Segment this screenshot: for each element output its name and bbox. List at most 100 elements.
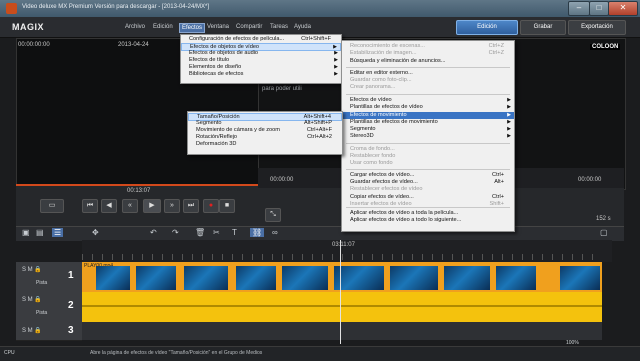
redo-icon[interactable]: ↷ [172,228,179,237]
menu-efectos[interactable]: Efectos [179,23,206,33]
submenu-arrow-icon: ▶ [507,119,511,125]
forward-icon[interactable]: » [164,199,180,213]
track-head-2[interactable]: 2 S M 🔒 Pista [16,292,82,323]
app-icon [6,3,17,14]
menu-item-usar-como-fondo: Usar como fondo [342,160,514,167]
clip-thumbnail [390,266,438,290]
status-text: Abre la página de efectos de vídeo "Tama… [90,350,263,356]
menu-item-efectos-de-objetos-de-audio[interactable]: Efectos de objetos de audio ▶ [181,50,341,57]
track-head-1[interactable]: 1 S M 🔒 Pista [16,262,82,293]
menu-compartir[interactable]: Compartir [236,24,262,30]
zoom-out-icon[interactable]: ⤡ [265,208,281,222]
menu-ayuda[interactable]: Ayuda [294,24,311,30]
menu-item-guardar-como-foto-clip: Guardar como foto-clip... [342,77,514,84]
menu-item-shortcut: Alt+ [494,179,504,185]
monitor-size-button[interactable]: ▭ [40,199,64,213]
stop-icon[interactable]: ■ [219,199,235,213]
edicion-mode-button[interactable]: Edición [456,20,518,35]
step-back-icon[interactable]: ◀ [101,199,117,213]
minimize-button[interactable]: – [568,1,590,16]
menu-item-efectos-de-video[interactable]: Efectos de vídeo ▶ [342,97,514,104]
menu-item-label: Aplicar efectos de vídeo a toda la pelíc… [350,210,459,216]
track-label: Pista [36,280,48,286]
skip-back-icon[interactable]: ⏮ [82,199,98,213]
record-icon[interactable]: ● [203,199,219,213]
solo-mute-lock[interactable]: S M 🔒 [22,296,42,303]
menu-item-plantillas-de-efectos-de-movimiento[interactable]: Plantillas de efectos de movimiento ▶ [342,119,514,126]
menu-item-segmento[interactable]: Segmento ▶ [342,126,514,133]
title-bar: Video deluxe MX Premium Versión para des… [0,0,640,17]
menu-item-editar-en-editor-externo[interactable]: Editar en editor externo... [342,70,514,77]
mouse-mode-icon[interactable]: ✥ [92,228,99,237]
skip-forward-icon[interactable]: ⏭ [183,199,199,213]
menu-item-restablecer-fondo: Restablecer fondo [342,153,514,160]
menu-item-shortcut: Ctrl+Shift+F [301,36,331,42]
menu-item-rotacion-reflejo[interactable]: Rotación/Reflejo Ctrl+Alt+2 [188,134,342,141]
storyboard-view-icon[interactable]: ▣ [22,228,30,237]
menu-item-stereo3d[interactable]: Stereo3D ▶ [342,133,514,140]
timeline-view-icon[interactable]: ▤ [36,228,44,237]
empty-track-3[interactable] [82,322,602,340]
play-icon[interactable]: ▶ [143,199,161,213]
monitor-timecode: 00:00:00:00 [18,42,50,48]
menu-item-plantillas-de-efectos-de-video[interactable]: Plantillas de efectos de vídeo ▶ [342,104,514,111]
submenu-arrow-icon: ▶ [507,133,511,139]
menu-item-label: Estabilización de imagen... [350,50,417,56]
menu-item-label: Restablecer efectos de vídeo [350,186,423,192]
menu-ventana[interactable]: Ventana [207,24,229,30]
menu-item-guardar-efectos-de-video[interactable]: Guardar efectos de vídeo... Alt+ [342,179,514,186]
menu-item-aplicar-efectos-de-video-a-todo-lo-siguiente[interactable]: Aplicar efectos de vídeo a todo lo sigui… [342,217,514,224]
track-head-3[interactable]: 3 S M 🔒 [16,322,82,341]
menu-item-busqueda-y-eliminacion-de-anuncios[interactable]: Búsqueda y eliminación de anuncios... [342,58,514,65]
menu-item-efectos-de-titulo[interactable]: Efectos de título ▶ [181,57,341,64]
menu-separator [346,169,510,170]
fullscreen-icon[interactable]: ▢ [600,228,608,237]
title-icon[interactable]: T [232,228,237,237]
solo-mute-lock[interactable]: S M 🔒 [22,266,42,273]
delete-icon[interactable]: 🗑 [195,228,205,237]
menu-item-shortcut: Ctrl+Alt+2 [307,134,332,140]
undo-icon[interactable]: ↶ [150,228,157,237]
close-button[interactable]: ✕ [608,1,638,16]
menu-item-configuracion-de-efectos-de-pelicula[interactable]: Configuración de efectos de película... C… [181,36,341,43]
menu-item-bibliotecas-de-efectos[interactable]: Bibliotecas de efectos ▶ [181,71,341,78]
monitor-date: 2013-04-24 [118,42,149,48]
menu-archivo[interactable]: Archivo [125,24,145,30]
menu-item-efectos-de-movimiento[interactable]: Efectos de movimiento ▶ [342,112,514,119]
link-icon[interactable]: ⛓ [250,228,265,237]
maximize-button[interactable]: □ [589,1,609,16]
menu-item-deformacion-3d[interactable]: Deformación 3D [188,141,342,148]
menu-item-movimiento-de-camara-y-de-zoom[interactable]: Movimiento de cámara y de zoom Ctrl+Alt+F [188,127,342,134]
clip-thumbnail [444,266,490,290]
menu-edicion[interactable]: Edición [153,24,173,30]
solo-mute-lock[interactable]: S M 🔒 [22,327,42,334]
menu-item-label: Restablecer fondo [350,153,396,159]
chain-icon[interactable]: ∞ [272,228,278,237]
menu-tareas[interactable]: Tareas [270,24,288,30]
multi-track-view-icon[interactable]: ☰ [52,228,64,237]
menu-item-cargar-efectos-de-video[interactable]: Cargar efectos de vídeo... Ctrl+ [342,172,514,179]
cut-icon[interactable]: ✂ [213,228,220,237]
submenu-arrow-icon: ▶ [334,64,338,70]
menu-item-segmento[interactable]: Segmento Alt+Shift+P [188,120,342,127]
clip-thumbnail [236,266,276,290]
grabar-button[interactable]: Grabar [520,20,566,35]
rewind-icon[interactable]: « [122,199,138,213]
menu-item-label: Plantillas de efectos de vídeo [350,104,423,110]
menu-item-shortcut: Alt+Shift+P [304,120,332,126]
audio-clip-track-2[interactable] [82,292,602,322]
menu-item-aplicar-efectos-de-video-a-toda-la-pelicula[interactable]: Aplicar efectos de vídeo a toda la pelíc… [342,210,514,217]
menu-item-label: Elementos de diseño [189,64,242,70]
menu-item-elementos-de-diseno[interactable]: Elementos de diseño ▶ [181,64,341,71]
menu-item-label: Guardar efectos de vídeo... [350,179,418,185]
menu-item-label: Plantillas de efectos de movimiento [350,119,438,125]
menu-separator [346,94,510,95]
menu-item-label: Cargar efectos de vídeo... [350,172,415,178]
menu-item-label: Movimiento de cámara y de zoom [196,127,280,133]
exportacion-button[interactable]: Exportación [568,20,626,35]
clip-thumbnail [136,266,176,290]
maximize-icon: □ [596,3,602,12]
audio-volume-line[interactable] [82,305,602,307]
menu-item-copiar-efectos-de-video[interactable]: Copiar efectos de vídeo... Ctrl+ [342,194,514,201]
playhead[interactable] [340,240,341,344]
